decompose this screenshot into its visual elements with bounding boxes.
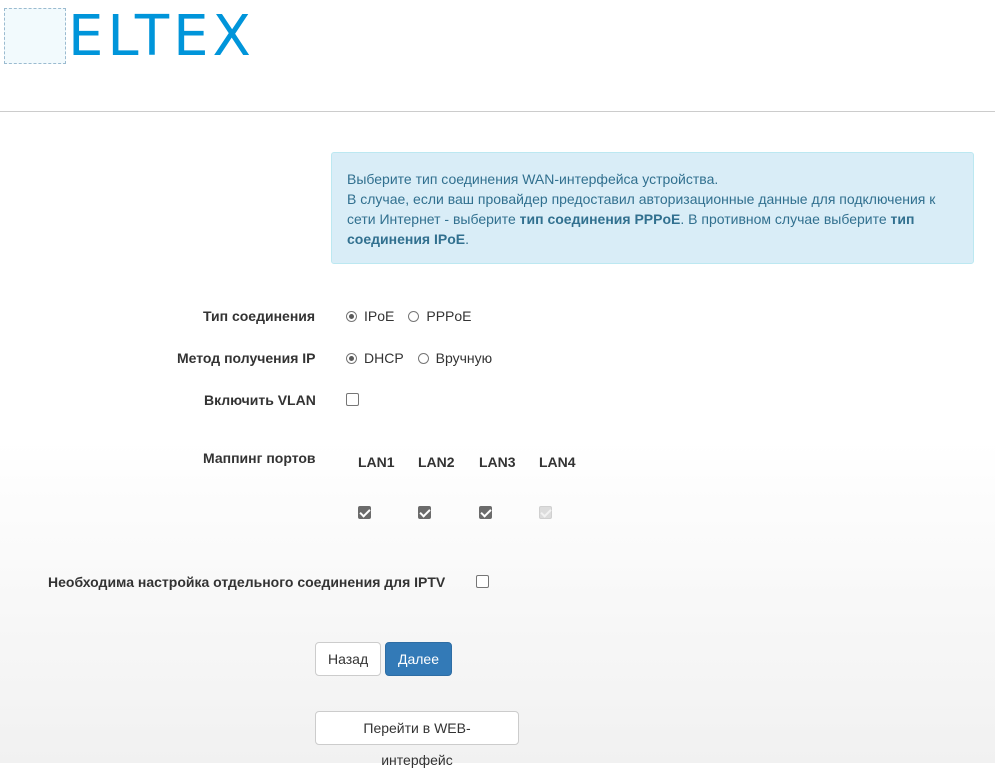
port-lan4-label: LAN4	[539, 454, 576, 470]
iptv-label: Необходима настройка отдельного соединен…	[48, 574, 446, 590]
eltex-logo-icon	[4, 8, 66, 64]
ip-method-label: Метод получения IP	[177, 350, 316, 366]
port-lan2-checkbox[interactable]	[418, 506, 431, 519]
connection-type-label: Тип соединения	[203, 308, 316, 324]
connection-type-radio-group: IPoE PPPoE	[346, 308, 486, 324]
radio-pppoe-label: PPPoE	[426, 308, 472, 324]
info-line-2: В случае, если ваш провайдер предоставил…	[347, 191, 936, 247]
info-line-1: Выберите тип соединения WAN-интерфейса у…	[347, 171, 719, 187]
radio-dhcp[interactable]: DHCP	[346, 350, 404, 366]
port-lan3-checkbox[interactable]	[479, 506, 492, 519]
radio-ipoe[interactable]: IPoE	[346, 308, 394, 324]
radio-manual-label: Вручную	[435, 350, 493, 366]
radio-ipoe-indicator[interactable]	[346, 310, 357, 322]
radio-dhcp-indicator[interactable]	[346, 352, 357, 364]
info-alert: Выберите тип соединения WAN-интерфейса у…	[331, 152, 974, 264]
next-button[interactable]: Далее	[385, 642, 452, 676]
radio-ipoe-label: IPoE	[364, 308, 395, 324]
port-lan3-label: LAN3	[479, 454, 516, 470]
radio-dhcp-label: DHCP	[364, 350, 404, 366]
vlan-checkbox[interactable]	[346, 393, 359, 406]
logo-text: ELTEX	[68, 4, 255, 69]
iptv-checkbox[interactable]	[476, 575, 489, 588]
radio-pppoe-indicator[interactable]	[408, 310, 420, 322]
web-interface-button[interactable]: Перейти в WEB-интерфейс	[315, 711, 519, 768]
radio-pppoe[interactable]: PPPoE	[408, 308, 472, 324]
port-lan1-checkbox[interactable]	[358, 506, 371, 519]
port-mapping-label: Маппинг портов	[203, 450, 316, 466]
radio-manual[interactable]: Вручную	[417, 350, 493, 366]
header: ELTEX	[0, 0, 995, 112]
vlan-label: Включить VLAN	[204, 392, 316, 408]
port-lan4-checkbox	[539, 506, 552, 519]
port-lan2-label: LAN2	[418, 454, 455, 470]
back-button[interactable]: Назад	[315, 642, 381, 676]
port-lan1-label: LAN1	[358, 454, 395, 470]
radio-manual-indicator[interactable]	[417, 352, 429, 364]
ip-method-radio-group: DHCP Вручную	[346, 350, 506, 366]
